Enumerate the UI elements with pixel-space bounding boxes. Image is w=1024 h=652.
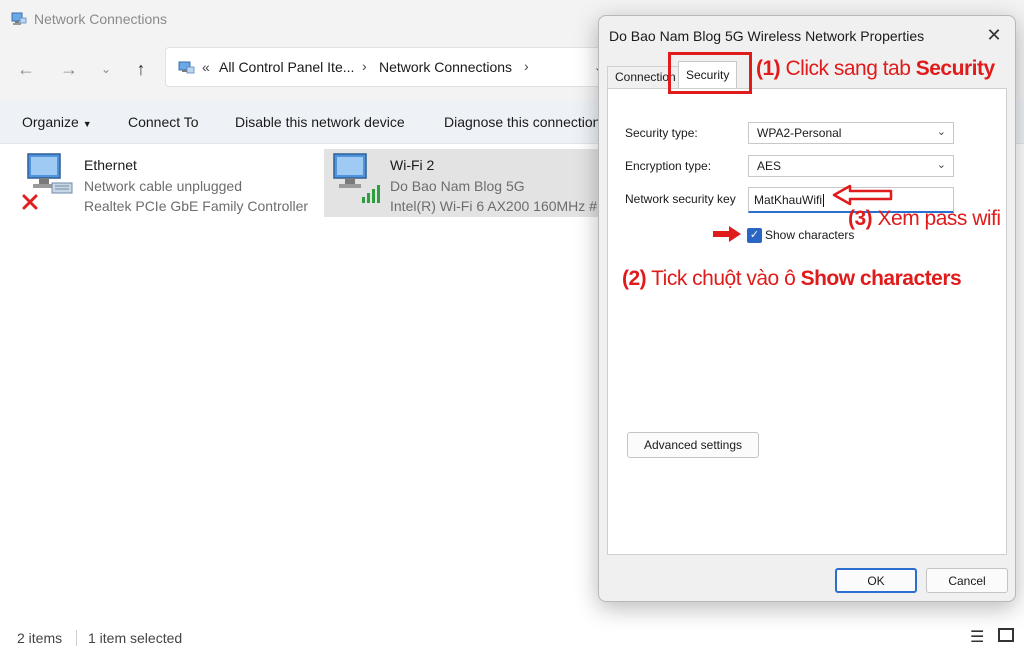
annotation-step-3: (3) Xem pass wifi [848,207,1001,231]
back-arrow-icon[interactable]: ← [11,54,41,84]
wifi-adapter-icon [333,153,380,203]
selection-count: 1 item selected [88,630,183,646]
security-panel: Security type: WPA2-Personal ⌄ Encryptio… [607,88,1007,555]
connect-to-button[interactable]: Connect To [128,114,199,130]
step3-text: Xem pass wifi [872,207,1002,230]
breadcrumb-control-panel[interactable]: All Control Panel Ite... [219,59,354,75]
details-view-icon[interactable]: ☰ [970,627,984,647]
breadcrumb-separator-icon[interactable]: › [524,58,529,74]
item-name: Wi-Fi 2 [390,157,435,173]
window-title: Network Connections [34,11,168,27]
item-status: Network cable unplugged [84,178,242,194]
chevron-down-icon: ⌄ [936,159,946,171]
item-device: Realtek PCIe GbE Family Controller [84,198,309,214]
show-characters-checkbox[interactable]: ✓ [747,228,762,243]
security-tab-highlight-box [668,52,752,94]
organize-label: Organize [22,114,79,130]
list-item-wifi-2[interactable]: Wi-Fi 2 Do Bao Nam Blog 5G Intel(R) Wi-F… [324,149,604,217]
arrow-right-icon [713,226,741,242]
item-device: Intel(R) Wi-Fi 6 AX200 160MHz # [390,198,597,214]
wireless-properties-dialog: Do Bao Nam Blog 5G Wireless Network Prop… [598,15,1016,602]
caret-down-icon: ▼ [82,119,92,129]
step1-bold: Security [915,57,995,80]
step1-text: Click sang tab [780,57,916,80]
cancel-button[interactable]: Cancel [926,568,1008,593]
up-arrow-icon[interactable]: ↑ [126,54,156,84]
diagnose-connection-button[interactable]: Diagnose this connection [444,114,600,130]
show-characters-label[interactable]: Show characters [765,228,854,242]
arrow-left-icon [832,184,893,206]
breadcrumb-separator-icon[interactable]: › [362,58,367,74]
step3-number: (3) [848,207,873,230]
ok-button[interactable]: OK [835,568,917,593]
organize-button[interactable]: Organize ▼ [22,114,92,130]
annotation-step-2: (2) Tick chuột vào ô Show characters [622,267,962,291]
network-connections-icon [11,12,27,25]
encryption-type-value: AES [757,159,782,173]
security-type-label: Security type: [625,126,698,140]
status-bar: 2 items 1 item selected ☰ [0,620,1024,652]
overflow-chevrons[interactable]: « [202,59,210,75]
item-status: Do Bao Nam Blog 5G [390,178,525,194]
network-key-label: Network security key [625,192,736,206]
advanced-settings-button[interactable]: Advanced settings [627,432,759,458]
breadcrumb-network-connections[interactable]: Network Connections [379,59,512,75]
list-item-ethernet[interactable]: Ethernet Network cable unplugged Realtek… [18,149,318,215]
status-divider [76,630,77,646]
step2-bold: Show characters [800,267,962,290]
forward-arrow-icon[interactable]: → [54,54,84,84]
network-key-value: MatKhauWifi [754,193,823,207]
encryption-type-label: Encryption type: [625,159,712,173]
disable-device-button[interactable]: Disable this network device [235,114,405,130]
disconnected-x-icon [22,194,38,210]
item-name: Ethernet [84,157,137,173]
annotation-step-1: (1) Click sang tab Security [756,57,995,81]
step1-number: (1) [756,57,781,80]
dialog-title: Do Bao Nam Blog 5G Wireless Network Prop… [609,28,925,44]
step2-number: (2) [622,267,647,290]
control-panel-icon [178,61,195,74]
address-bar[interactable]: « All Control Panel Ite... › Network Con… [165,47,615,87]
close-icon[interactable]: ✕ [983,24,1005,46]
step2-text: Tick chuột vào ô [646,267,801,290]
encryption-type-select[interactable]: AES ⌄ [748,155,954,177]
chevron-down-icon: ⌄ [936,126,946,138]
security-type-select[interactable]: WPA2-Personal ⌄ [748,122,954,144]
security-type-value: WPA2-Personal [757,126,842,140]
recent-locations-chevron-icon[interactable]: ⌄ [91,54,121,84]
text-caret [823,194,825,208]
item-count: 2 items [17,630,63,646]
tiles-view-icon[interactable] [998,628,1014,642]
